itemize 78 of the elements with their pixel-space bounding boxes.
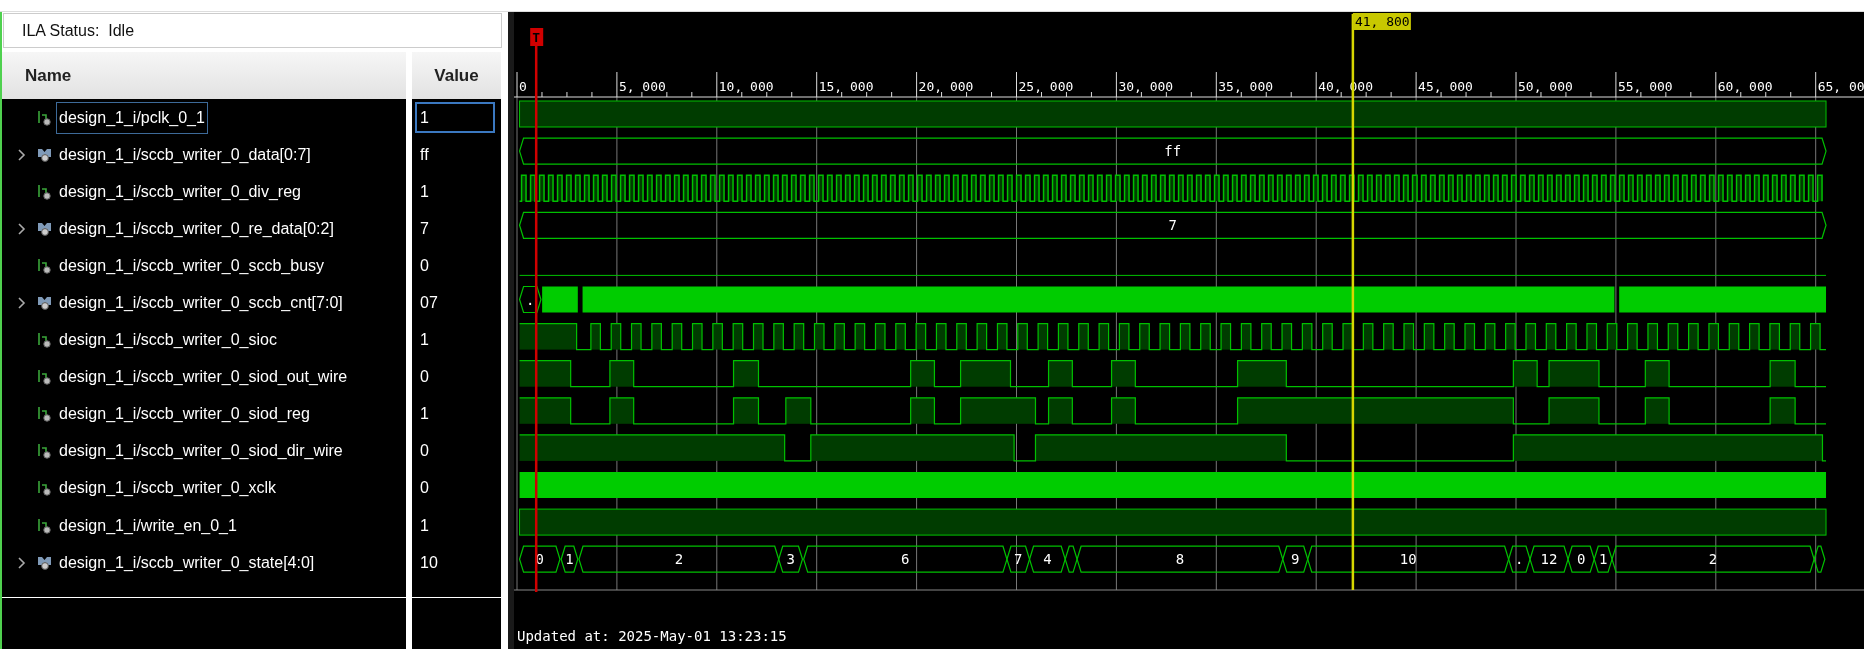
- bus-value-segment: [1064, 545, 1078, 573]
- signal-name[interactable]: design_1_i/sccb_writer_0_sccb_cnt[7:0]: [56, 287, 346, 319]
- ruler-label: 50, 000: [1518, 79, 1573, 94]
- signal-value: 10: [419, 552, 439, 573]
- bus-value-segment: 7: [1006, 545, 1031, 573]
- signal-value: 1: [419, 181, 430, 202]
- ruler-label: 30, 000: [1118, 79, 1174, 94]
- bus-value-segment: [1813, 545, 1826, 573]
- bus-value-segment: .: [518, 285, 542, 314]
- signal-value: 1: [419, 404, 430, 425]
- signal-icon: [37, 108, 52, 127]
- ruler-label: 55, 000: [1617, 79, 1673, 94]
- signal-value: 1: [419, 330, 430, 351]
- ruler-label: 60, 000: [1717, 79, 1773, 94]
- signal-icon: [37, 182, 52, 201]
- signal-value: 0: [419, 255, 430, 276]
- expand-chevron-icon[interactable]: [17, 147, 27, 162]
- signal-name[interactable]: design_1_i/sccb_writer_0_div_reg: [56, 175, 304, 208]
- ila-status-text: ILA Status: Idle: [3, 13, 502, 48]
- signal-value: 1: [415, 102, 495, 134]
- trigger-marker[interactable]: T: [530, 28, 544, 46]
- bus-value-segment: 12: [1529, 545, 1569, 573]
- signal-name[interactable]: design_1_i/sccb_writer_0_re_data[0:2]: [56, 212, 337, 245]
- ruler-label: 25, 000: [1018, 79, 1074, 94]
- ruler-label: 65, 00: [1817, 79, 1864, 94]
- signal-name[interactable]: design_1_i/sccb_writer_0_xclk: [56, 472, 279, 505]
- signal-name[interactable]: design_1_i/write_en_0_1: [56, 509, 240, 542]
- signal-icon: [37, 368, 52, 387]
- updated-timestamp: Updated at: 2025-May-01 13:23:15: [517, 628, 787, 644]
- signal-name[interactable]: design_1_i/sccb_writer_0_sioc: [56, 324, 280, 357]
- bus-value-segment: 1: [560, 545, 579, 573]
- bus-value-segment: ff: [518, 137, 1827, 165]
- bus-value-segment: 8: [1076, 545, 1284, 573]
- bus-value-segment: 1: [1593, 545, 1613, 573]
- signal-name[interactable]: design_1_i/sccb_writer_0_siod_out_wire: [56, 361, 351, 394]
- signal-value: 07: [419, 293, 439, 313]
- expand-chevron-icon[interactable]: [17, 296, 27, 310]
- ruler-label: 45, 000: [1418, 79, 1473, 94]
- signal-icon: [37, 516, 52, 535]
- bus-value-segment: 3: [778, 545, 804, 573]
- signal-icon: [37, 479, 52, 498]
- signal-value: 7: [419, 218, 430, 239]
- bus-value-segment: 10: [1307, 545, 1510, 573]
- signal-value: 1: [419, 515, 430, 536]
- bus-value-segment: 9: [1282, 545, 1309, 573]
- name-column-header[interactable]: Name: [2, 52, 406, 99]
- cursor-time-label: 41, 800: [1352, 13, 1411, 30]
- bus-value-segment: 0: [1567, 545, 1595, 573]
- signal-name[interactable]: design_1_i/sccb_writer_0_data[0:7]: [56, 138, 314, 171]
- signal-value: 0: [419, 367, 430, 388]
- bus-icon: [37, 294, 52, 312]
- ruler-label: 15, 000: [818, 79, 874, 94]
- bus-value-segment: .: [1508, 545, 1531, 573]
- signal-icon: [37, 331, 52, 350]
- signal-value: ff: [419, 144, 430, 165]
- value-column-header[interactable]: Value: [412, 52, 501, 99]
- signal-name[interactable]: design_1_i/sccb_writer_0_sccb_busy: [56, 249, 328, 282]
- ruler-label: 5, 000: [618, 79, 666, 94]
- signal-icon: [37, 405, 52, 424]
- expand-chevron-icon[interactable]: [17, 555, 27, 570]
- bus-value-segment: 2: [578, 545, 780, 573]
- signal-name[interactable]: design_1_i/sccb_writer_0_siod_dir_wire: [56, 435, 346, 468]
- ruler-label: 0: [519, 79, 527, 94]
- ruler-label: 10, 000: [718, 79, 774, 94]
- signal-name[interactable]: design_1_i/sccb_writer_0_state[4:0]: [56, 546, 318, 579]
- ruler-label: 35, 000: [1218, 79, 1274, 94]
- signal-name[interactable]: design_1_i/pclk_0_1: [56, 101, 208, 134]
- signal-value: 0: [419, 478, 430, 499]
- signal-icon: [37, 256, 52, 275]
- signal-value: 0: [419, 441, 430, 462]
- bus-value-segment: 7: [518, 211, 1827, 239]
- bus-value-segment: 2: [1611, 545, 1815, 573]
- expand-chevron-icon[interactable]: [17, 221, 27, 236]
- signal-icon: [37, 442, 52, 461]
- bus-value-segment: 4: [1028, 545, 1066, 573]
- bus-value-segment: 6: [803, 545, 1008, 573]
- ruler-label: 20, 000: [918, 79, 974, 94]
- signal-name[interactable]: design_1_i/sccb_writer_0_siod_reg: [56, 398, 313, 431]
